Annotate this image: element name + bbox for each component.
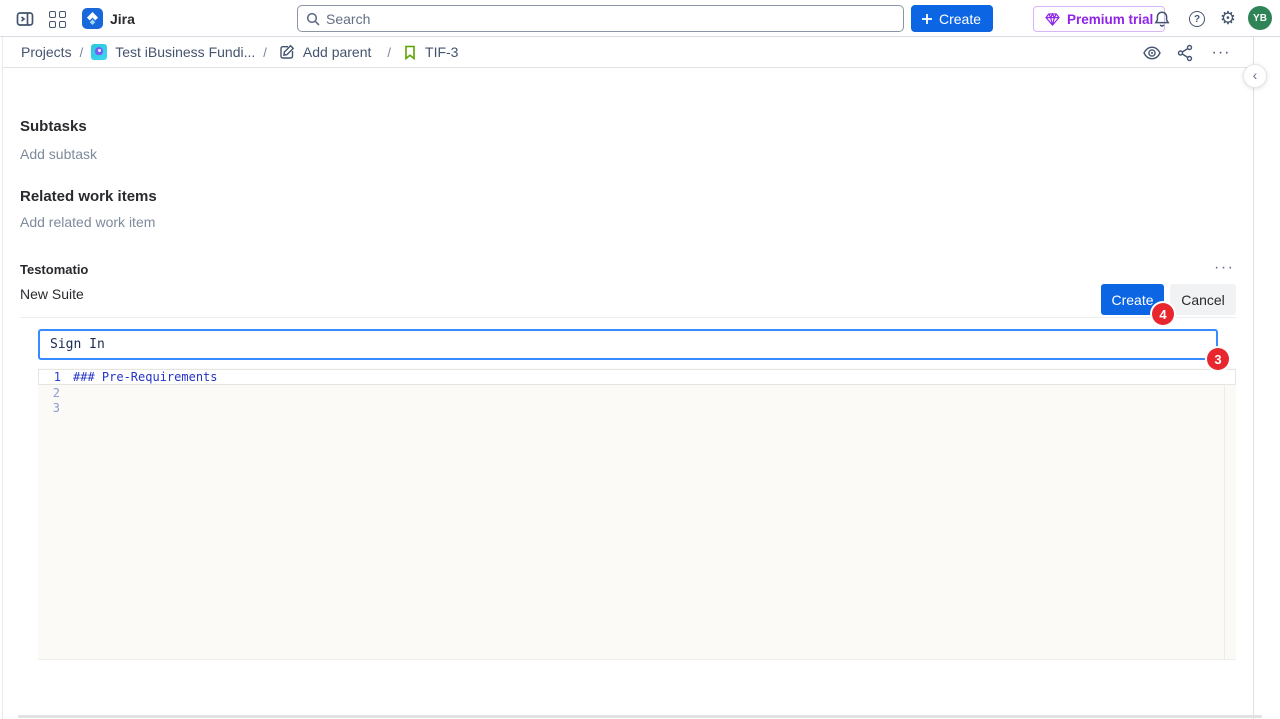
premium-trial-button[interactable]: Premium trial <box>1033 6 1165 32</box>
plus-icon <box>921 13 933 25</box>
line-text: ### Pre-Requirements <box>73 370 218 384</box>
more-glyph: ··· <box>1212 45 1231 61</box>
breadcrumb: Projects / Test iBusiness Fundi... / Add… <box>3 37 1253 68</box>
watch-eye-icon[interactable] <box>1138 39 1166 67</box>
editor-line[interactable]: 1 ### Pre-Requirements <box>38 369 1236 385</box>
project-avatar-icon <box>91 44 107 60</box>
annotation-badge-4: 4 <box>1152 303 1174 325</box>
share-icon[interactable] <box>1171 39 1199 67</box>
sidebar-toggle-icon[interactable] <box>12 6 38 32</box>
settings-gear-icon[interactable]: ⚙ <box>1215 6 1241 32</box>
line-number: 1 <box>39 370 61 384</box>
chevron-left-icon: ‹ <box>1253 67 1258 83</box>
related-work-items-heading: Related work items <box>20 188 157 205</box>
testomatio-more-icon[interactable]: ··· <box>1214 259 1234 277</box>
search-bar[interactable] <box>297 5 904 32</box>
breadcrumb-separator: / <box>387 45 391 60</box>
breadcrumb-add-parent-link[interactable]: Add parent <box>303 44 372 60</box>
breadcrumb-more-icon[interactable]: ··· <box>1207 39 1235 67</box>
user-avatar[interactable]: YB <box>1248 6 1272 30</box>
add-subtask-button[interactable]: Add subtask <box>20 146 97 162</box>
editor-line[interactable]: 3 <box>38 400 1236 416</box>
editor-line[interactable]: 2 <box>38 385 1236 401</box>
testomatio-heading: Testomatio <box>20 262 88 277</box>
subtasks-heading: Subtasks <box>20 118 87 135</box>
notifications-bell-icon[interactable] <box>1149 6 1175 32</box>
suite-cancel-button[interactable]: Cancel <box>1170 284 1236 315</box>
annotation-badge-3: 3 <box>1207 348 1229 370</box>
gem-icon <box>1045 13 1060 26</box>
suite-name-input[interactable] <box>38 329 1218 360</box>
search-icon <box>306 12 320 26</box>
line-number: 2 <box>38 386 60 400</box>
section-divider <box>20 317 1236 318</box>
avatar-initials: YB <box>1253 13 1267 24</box>
suite-description-editor[interactable]: 1 ### Pre-Requirements 2 3 <box>38 368 1236 660</box>
breadcrumb-separator: / <box>80 45 84 60</box>
top-navbar: Jira Create Premium trial <box>0 0 1280 37</box>
new-suite-label: New Suite <box>20 286 84 302</box>
add-related-work-item-button[interactable]: Add related work item <box>20 214 155 230</box>
breadcrumb-separator: / <box>263 45 267 60</box>
horizontal-scrollbar[interactable] <box>18 715 1262 718</box>
premium-trial-label: Premium trial <box>1067 12 1153 27</box>
create-button-label: Create <box>939 11 981 27</box>
help-icon[interactable]: ? <box>1184 6 1210 32</box>
breadcrumb-issue-key[interactable]: TIF-3 <box>425 44 458 60</box>
create-button[interactable]: Create <box>911 5 993 32</box>
breadcrumb-projects-link[interactable]: Projects <box>21 44 72 60</box>
breadcrumb-project-link[interactable]: Test iBusiness Fundi... <box>115 44 255 60</box>
app-title: Jira <box>110 11 135 27</box>
jira-logo-icon[interactable] <box>82 8 103 29</box>
collapse-panel-button[interactable]: ‹ <box>1243 64 1267 88</box>
search-input[interactable] <box>326 11 866 27</box>
edit-pencil-icon <box>279 44 295 60</box>
story-bookmark-icon <box>403 45 417 60</box>
app-switcher-icon[interactable] <box>44 6 70 32</box>
line-number: 3 <box>38 401 60 415</box>
